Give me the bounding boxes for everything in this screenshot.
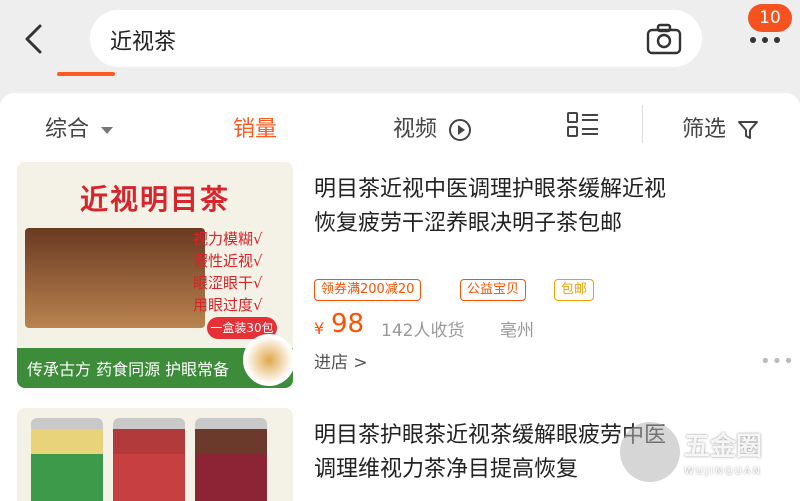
filter-sales[interactable]: 销量 — [233, 111, 277, 143]
sold-count: 142人收货 — [381, 321, 465, 341]
play-icon — [449, 119, 472, 141]
filter-divider — [642, 105, 643, 143]
tea-bowl-image — [243, 334, 293, 386]
claim: 眼涩眼干√ — [193, 274, 263, 292]
jar-image — [195, 418, 267, 501]
camera-icon[interactable] — [646, 23, 682, 55]
tab-indicator — [57, 72, 115, 76]
product-image[interactable] — [17, 408, 293, 501]
claim: 用眼过度√ — [193, 296, 263, 314]
watermark: 五金圈 WUJINQUAN — [620, 422, 790, 494]
filter-bar: 综合 销量 视频 筛选 — [0, 93, 800, 159]
filter-screen[interactable]: 筛选 — [682, 111, 759, 143]
watermark-sub: WUJINQUAN — [684, 466, 763, 477]
product-price: 98 — [331, 309, 365, 339]
list-view-icon[interactable] — [566, 111, 600, 139]
jar-image — [31, 418, 103, 501]
image-claims: 视力模糊√ 假性近视√ 眼涩眼干√ 用眼过度√ — [193, 228, 293, 316]
charity-tag: 公益宝贝 — [460, 279, 527, 301]
enter-store-link[interactable]: 进店 > — [314, 348, 368, 373]
claim: 视力模糊√ — [193, 230, 263, 248]
search-bar[interactable]: 近视茶 — [90, 10, 702, 67]
filter-label: 综合 — [45, 117, 90, 142]
watermark-title: 五金圈 — [684, 432, 763, 462]
image-slogan: 传承古方 药食同源 护眼常备 — [27, 360, 230, 379]
claim: 假性近视√ — [193, 252, 263, 270]
price-symbol: ¥ — [314, 319, 325, 338]
filter-label: 筛选 — [682, 117, 727, 142]
notification-badge: 10 — [748, 4, 792, 32]
product-title[interactable]: 明目茶近视中医调理护眼茶缓解近视 恢复疲劳干涩养眼决明子茶包邮 — [314, 173, 784, 241]
product-title-line: 恢复疲劳干涩养眼决明子茶包邮 — [314, 211, 623, 236]
filter-comprehensive[interactable]: 综合 — [45, 111, 114, 143]
image-banner: 传承古方 药食同源 护眼常备 — [17, 334, 293, 388]
product-title-line: 明目茶近视中医调理护眼茶缓解近视 — [314, 177, 667, 202]
image-scene — [25, 228, 205, 328]
product-image[interactable]: 近视明目茶 视力模糊√ 假性近视√ 眼涩眼干√ 用眼过度√ 一盒装30包 传承古… — [17, 162, 293, 388]
filter-video[interactable]: 视频 — [393, 111, 472, 143]
more-options-icon[interactable]: ••• — [760, 351, 795, 372]
search-query[interactable]: 近视茶 — [110, 24, 176, 56]
jar-image — [113, 418, 185, 501]
watermark-logo-icon — [620, 422, 680, 482]
product-location: 亳州 — [500, 321, 534, 341]
filter-label: 视频 — [393, 117, 438, 142]
back-arrow-icon[interactable] — [18, 22, 52, 56]
top-bar: 近视茶 10 — [0, 0, 800, 93]
caret-down-icon — [101, 127, 114, 134]
coupon-tag: 领券满200减20 — [314, 279, 422, 301]
image-title: 近视明目茶 — [79, 183, 230, 216]
free-shipping-tag: 包邮 — [554, 279, 595, 301]
funnel-icon — [738, 121, 759, 139]
